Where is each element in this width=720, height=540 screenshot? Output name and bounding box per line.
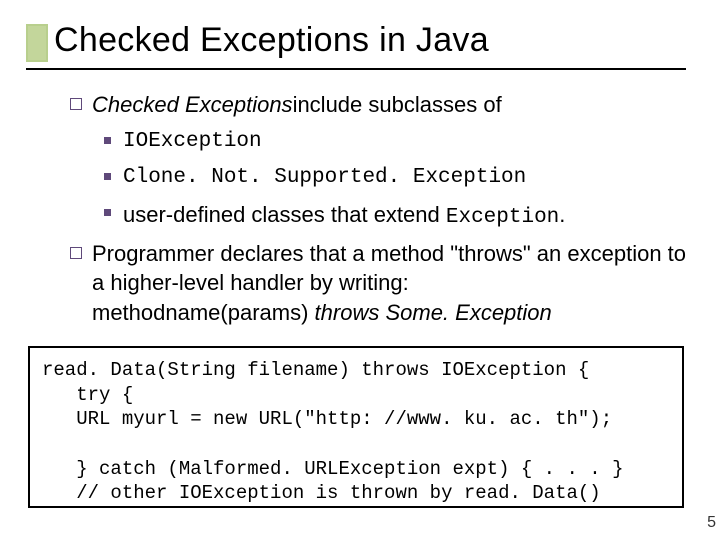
sub-bullet-2: Clone. Not. Supported. Exception	[104, 164, 690, 192]
sub-bullet-3-code: Exception	[446, 206, 559, 229]
small-square-bullet-icon	[104, 137, 111, 144]
bullet-1: Checked Exceptions include subclasses of	[70, 90, 690, 120]
sub-bullet-3-lead: user-defined classes that extend	[123, 202, 446, 227]
bullet-2-line2b: throws Some. Exception	[315, 300, 552, 325]
bullet-2-line2a: methodname(params)	[92, 300, 315, 325]
bullet-2-line1: Programmer declares that a method "throw…	[92, 241, 686, 296]
bullet-1-lead: Checked Exceptions	[92, 90, 293, 120]
title-underline-icon	[26, 68, 686, 70]
content-area: Checked Exceptions include subclasses of…	[70, 90, 690, 328]
slide-title: Checked Exceptions in Java	[54, 21, 489, 60]
small-square-bullet-icon	[104, 173, 111, 180]
sub-bullet-3-tail: .	[559, 202, 565, 227]
code-box: read. Data(String filename) throws IOExc…	[28, 346, 684, 508]
bullet-1-rest: include subclasses of	[293, 90, 502, 120]
square-bullet-icon	[70, 247, 82, 259]
sub-bullet-1: IOException	[104, 128, 690, 156]
bullet-2: Programmer declares that a method "throw…	[70, 239, 690, 328]
sub-bullet-2-text: Clone. Not. Supported. Exception	[123, 164, 526, 192]
square-bullet-icon	[70, 98, 82, 110]
title-accent-icon	[26, 24, 48, 62]
small-square-bullet-icon	[104, 209, 111, 216]
page-number: 5	[707, 514, 716, 532]
sub-bullet-3: user-defined classes that extend Excepti…	[104, 200, 690, 232]
sub-bullet-1-text: IOException	[123, 128, 262, 156]
